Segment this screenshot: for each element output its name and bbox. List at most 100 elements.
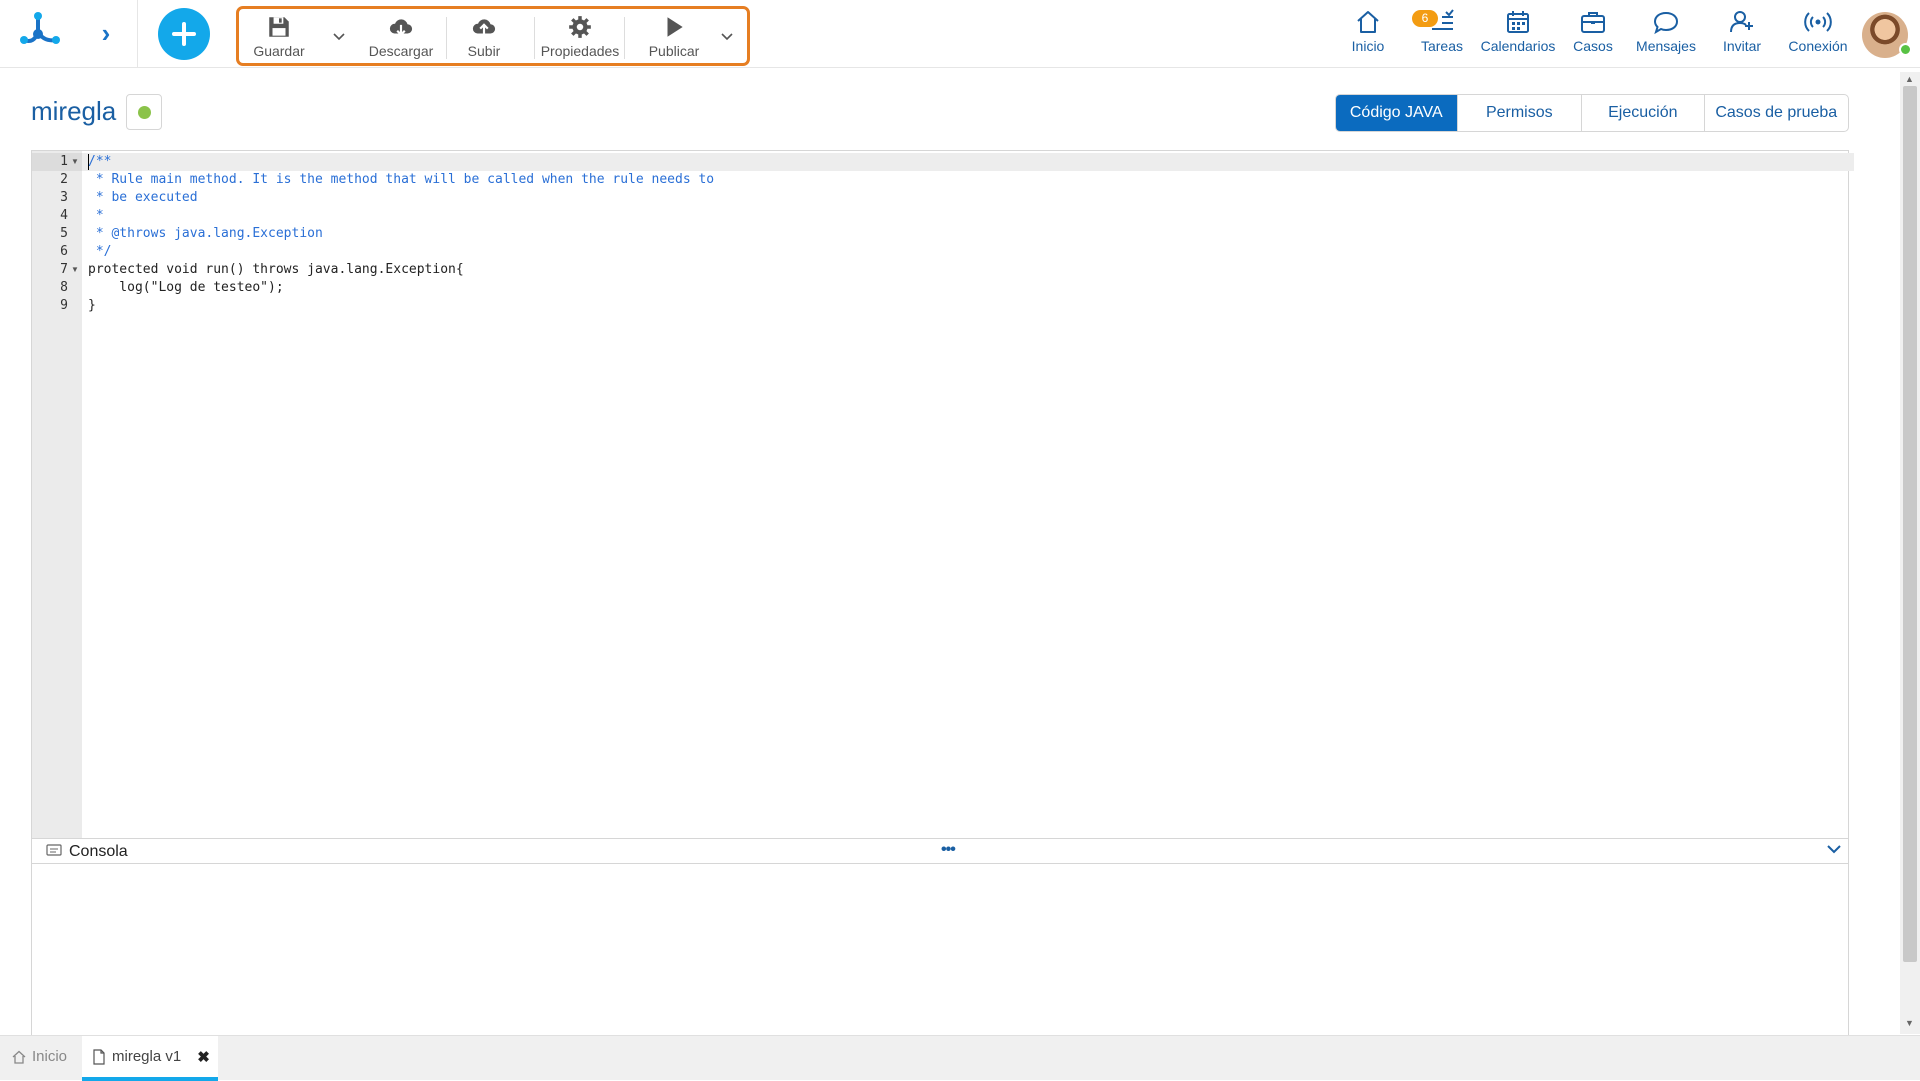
console-output[interactable]	[32, 865, 1848, 1039]
publish-label: Publicar	[648, 43, 700, 59]
editor-toolbar: Guardar Descargar Subir Propiedades Publ…	[236, 6, 750, 66]
divider	[137, 0, 138, 68]
line-number: 3	[60, 190, 68, 205]
chevron-down-icon	[333, 33, 345, 41]
nav-connection-label: Conexión	[1788, 38, 1848, 54]
cloud-upload-icon	[472, 19, 496, 35]
tasks-count-badge: 6	[1412, 10, 1438, 27]
fold-toggle-icon[interactable]: ▼	[71, 261, 79, 279]
tab-permissions[interactable]: Permisos	[1458, 95, 1583, 131]
nav-home[interactable]: Inicio	[1346, 8, 1390, 58]
save-button[interactable]: Guardar	[249, 9, 309, 63]
nav-cases[interactable]: Casos	[1568, 8, 1618, 58]
text-cursor	[88, 154, 89, 170]
online-status-indicator	[1899, 43, 1912, 56]
close-tab-icon[interactable]: ✖	[197, 1048, 210, 1066]
download-button[interactable]: Descargar	[361, 9, 441, 63]
code-line: * be executed	[88, 190, 198, 205]
code-line: *	[88, 208, 104, 223]
line-number: 2	[60, 172, 68, 187]
briefcase-icon	[1581, 12, 1605, 33]
scroll-up-icon[interactable]: ▲	[1905, 74, 1914, 84]
fold-toggle-icon[interactable]: ▼	[71, 153, 79, 171]
taskbar-open-tab[interactable]: miregla v1 ✖	[82, 1036, 218, 1081]
line-number: 1	[60, 154, 68, 169]
download-label: Descargar	[368, 43, 434, 59]
code-line: protected void run() throws java.lang.Ex…	[88, 262, 464, 277]
save-label: Guardar	[253, 43, 305, 59]
properties-button[interactable]: Propiedades	[540, 9, 620, 63]
console-header: Consola •••	[32, 839, 1848, 864]
top-bar: › Guardar Descargar Subir Propiedades Pu…	[0, 0, 1920, 68]
page-title: miregla	[31, 96, 117, 126]
nav-cases-label: Casos	[1573, 38, 1613, 54]
app-logo-icon[interactable]	[16, 10, 62, 56]
tab-java-code[interactable]: Código JAVA	[1336, 95, 1458, 131]
view-tabs: Código JAVA Permisos Ejecución Casos de …	[1335, 94, 1849, 132]
active-line-highlight	[82, 153, 1854, 171]
page-scrollbar[interactable]: ▲ ▼	[1900, 72, 1920, 1034]
code-line: */	[88, 244, 112, 259]
nav-tasks[interactable]: 6 Tareas	[1412, 8, 1472, 58]
nav-invite[interactable]: Invitar	[1718, 8, 1766, 58]
nav-messages[interactable]: Mensajes	[1634, 8, 1698, 58]
floppy-disk-icon	[269, 17, 289, 37]
resize-handle-icon[interactable]: •••	[941, 841, 956, 859]
code-line: * Rule main method. It is the method tha…	[88, 172, 715, 187]
taskbar-home-label: Inicio	[32, 1048, 68, 1065]
add-button[interactable]	[158, 8, 210, 60]
taskbar-tab-label: miregla v1	[112, 1048, 182, 1065]
toolbar-divider	[534, 17, 535, 59]
console-icon	[46, 844, 62, 856]
toolbar-divider	[446, 17, 447, 59]
nav-calendars-label: Calendarios	[1480, 38, 1556, 54]
scrollbar-thumb[interactable]	[1903, 86, 1917, 962]
status-indicator-button[interactable]	[126, 94, 162, 130]
cloud-download-icon	[389, 19, 413, 37]
console-title: Consola	[69, 843, 128, 860]
chevron-down-icon[interactable]	[1826, 843, 1842, 855]
bottom-taskbar: Inicio miregla v1 ✖	[0, 1035, 1920, 1081]
nav-invite-label: Invitar	[1722, 38, 1762, 54]
line-number: 4	[60, 208, 68, 223]
nav-messages-label: Mensajes	[1636, 38, 1696, 54]
code-editor[interactable]: 1 ▼ 2 3 4 5 6 7 ▼ 8 9 /** * Rule main me…	[31, 150, 1854, 839]
avatar[interactable]	[1862, 12, 1912, 58]
calendar-icon	[1507, 11, 1529, 33]
line-number: 7	[60, 262, 68, 277]
line-number: 6	[60, 244, 68, 259]
plus-icon	[172, 22, 196, 46]
upload-label: Subir	[467, 43, 501, 59]
nav-home-label: Inicio	[1351, 38, 1385, 54]
code-line: }	[88, 298, 96, 313]
scroll-down-icon[interactable]: ▼	[1905, 1018, 1914, 1028]
add-user-icon	[1730, 11, 1753, 33]
status-dot	[137, 105, 151, 119]
line-number: 8	[60, 280, 68, 295]
chevron-right-icon: ›	[101, 17, 111, 48]
console-panel: Consola •••	[31, 839, 1849, 1039]
save-options-dropdown[interactable]	[329, 27, 349, 47]
upload-button[interactable]: Subir	[454, 9, 514, 63]
nav-calendars[interactable]: Calendarios	[1478, 8, 1558, 58]
tab-execution[interactable]: Ejecución	[1582, 95, 1705, 131]
play-icon	[667, 17, 683, 37]
code-line: log("Log de testeo");	[88, 280, 284, 295]
line-number: 9	[60, 298, 68, 313]
nav-connection[interactable]: Conexión	[1784, 8, 1852, 58]
document-icon	[93, 1048, 105, 1065]
code-line: /**	[88, 154, 112, 169]
signal-icon	[1804, 12, 1832, 32]
properties-label: Propiedades	[540, 43, 620, 59]
line-number: 5	[60, 226, 68, 241]
chat-bubble-icon	[1653, 11, 1679, 35]
tab-test-cases[interactable]: Casos de prueba	[1705, 95, 1848, 131]
toolbar-divider	[624, 17, 625, 59]
home-icon	[1357, 11, 1379, 33]
gear-icon	[569, 16, 591, 38]
publish-button[interactable]: Publicar	[634, 9, 714, 63]
taskbar-home-tab[interactable]: Inicio	[12, 1048, 67, 1065]
chevron-down-icon	[721, 33, 733, 41]
expand-menu-button[interactable]: ›	[92, 18, 120, 48]
publish-options-dropdown[interactable]	[717, 27, 737, 47]
